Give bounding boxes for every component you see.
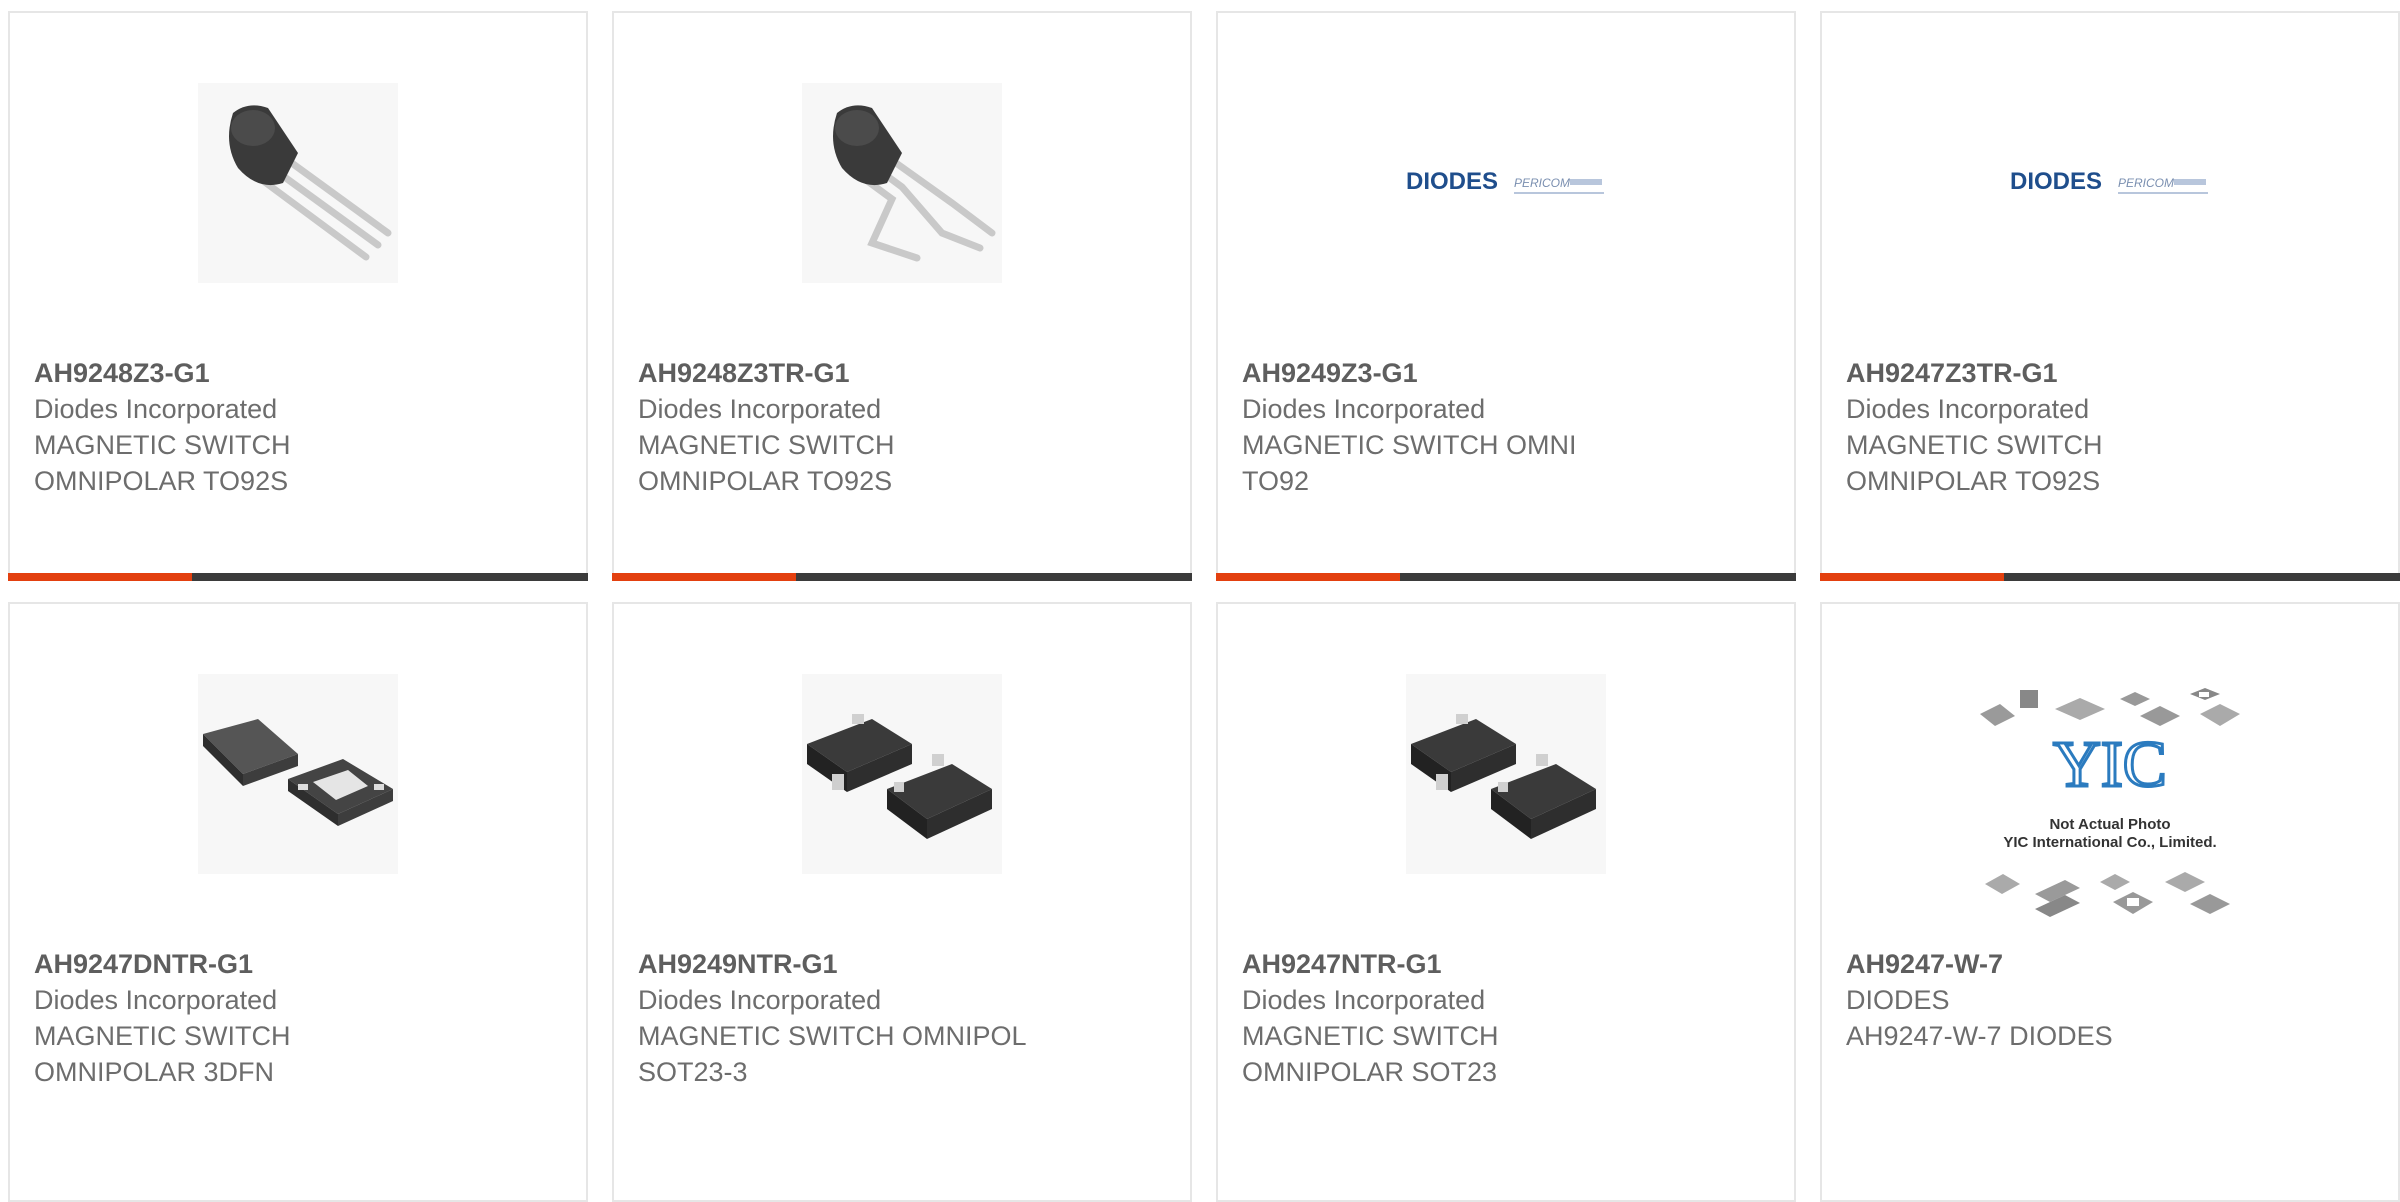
manufacturer: Diodes Incorporated <box>34 394 278 424</box>
yic-not-actual-photo: YIC Not Actual Photo YIC International C… <box>1965 684 2255 934</box>
product-info: AH9248Z3-G1 Diodes Incorporated MAGNETIC… <box>34 355 562 499</box>
product-card[interactable]: AH9248Z3TR-G1 Diodes Incorporated MAGNET… <box>612 11 1192 581</box>
card-bottom-bar <box>8 573 588 581</box>
part-number[interactable]: AH9249Z3-G1 <box>1242 355 1770 391</box>
diodes-logo-text: DIODES <box>2010 168 2102 195</box>
card-accent <box>8 573 192 581</box>
description: MAGNETIC SWITCH OMNIPOLAR SOT23 <box>1242 1021 1499 1087</box>
product-grid-row-2: AH9247DNTR-G1 Diodes Incorporated MAGNET… <box>8 602 2400 1202</box>
product-image-to92-bent <box>802 83 1002 283</box>
product-grid: AH9248Z3-G1 Diodes Incorporated MAGNETIC… <box>8 11 2400 581</box>
manufacturer: Diodes Incorporated <box>638 394 882 424</box>
product-card[interactable]: AH9249NTR-G1 Diodes Incorporated MAGNETI… <box>612 602 1192 1202</box>
manufacturer: Diodes Incorporated <box>1242 985 1486 1015</box>
pericom-logo-text: PERICOM <box>1514 176 1570 190</box>
yic-logo-text: YIC <box>2053 728 2167 801</box>
card-accent <box>612 573 796 581</box>
product-image-dfn <box>198 674 398 874</box>
product-info: AH9247NTR-G1 Diodes Incorporated MAGNETI… <box>1242 946 1770 1090</box>
description: MAGNETIC SWITCH OMNIPOLAR 3DFN <box>34 1021 291 1087</box>
diodes-pericom-logo: DIODES PERICOM <box>1406 83 1606 283</box>
product-card[interactable]: DIODES PERICOM AH9247Z3TR-G1 Diodes Inco… <box>1820 11 2400 581</box>
part-number[interactable]: AH9247DNTR-G1 <box>34 946 562 982</box>
diodes-logo-text: DIODES <box>1406 168 1498 195</box>
part-number[interactable]: AH9249NTR-G1 <box>638 946 1166 982</box>
yic-caption-line-2: YIC International Co., Limited. <box>2003 834 2216 851</box>
diodes-pericom-logo: DIODES PERICOM <box>2010 83 2210 283</box>
product-card[interactable]: AH9247DNTR-G1 Diodes Incorporated MAGNET… <box>8 602 588 1202</box>
product-image-to92 <box>198 83 398 283</box>
product-info: AH9248Z3TR-G1 Diodes Incorporated MAGNET… <box>638 355 1166 499</box>
card-accent <box>1820 573 2004 581</box>
product-info: AH9247Z3TR-G1 Diodes Incorporated MAGNET… <box>1846 355 2374 499</box>
product-info: AH9249NTR-G1 Diodes Incorporated MAGNETI… <box>638 946 1166 1090</box>
product-card[interactable]: YIC Not Actual Photo YIC International C… <box>1820 602 2400 1202</box>
part-number[interactable]: AH9248Z3-G1 <box>34 355 562 391</box>
part-number[interactable]: AH9248Z3TR-G1 <box>638 355 1166 391</box>
pericom-logo-text: PERICOM <box>2118 176 2174 190</box>
product-image-sot23 <box>1406 674 1606 874</box>
description: AH9247-W-7 DIODES <box>1846 1021 2113 1051</box>
part-number[interactable]: AH9247Z3TR-G1 <box>1846 355 2374 391</box>
card-bottom-bar <box>1820 573 2400 581</box>
description: MAGNETIC SWITCH OMNIPOLAR TO92S <box>1846 430 2103 496</box>
card-bottom-bar <box>612 573 1192 581</box>
product-card[interactable]: AH9248Z3-G1 Diodes Incorporated MAGNETIC… <box>8 11 588 581</box>
yic-caption-line-1: Not Actual Photo <box>2049 816 2170 833</box>
product-image-sot23 <box>802 674 1002 874</box>
manufacturer: DIODES <box>1846 985 1950 1015</box>
product-info: AH9247DNTR-G1 Diodes Incorporated MAGNET… <box>34 946 562 1090</box>
description: MAGNETIC SWITCH OMNIPOLAR TO92S <box>638 430 895 496</box>
product-card[interactable]: AH9247NTR-G1 Diodes Incorporated MAGNETI… <box>1216 602 1796 1202</box>
manufacturer: Diodes Incorporated <box>34 985 278 1015</box>
description: MAGNETIC SWITCH OMNIPOLAR TO92S <box>34 430 291 496</box>
part-number[interactable]: AH9247-W-7 <box>1846 946 2374 982</box>
product-info: AH9249Z3-G1 Diodes Incorporated MAGNETIC… <box>1242 355 1770 499</box>
product-info: AH9247-W-7 DIODES AH9247-W-7 DIODES <box>1846 946 2374 1054</box>
manufacturer: Diodes Incorporated <box>638 985 882 1015</box>
part-number[interactable]: AH9247NTR-G1 <box>1242 946 1770 982</box>
description: MAGNETIC SWITCH OMNI TO92 <box>1242 430 1577 496</box>
card-bottom-bar <box>1216 573 1796 581</box>
manufacturer: Diodes Incorporated <box>1846 394 2090 424</box>
product-card[interactable]: DIODES PERICOM AH9249Z3-G1 Diodes Incorp… <box>1216 11 1796 581</box>
card-accent <box>1216 573 1400 581</box>
manufacturer: Diodes Incorporated <box>1242 394 1486 424</box>
description: MAGNETIC SWITCH OMNIPOL SOT23-3 <box>638 1021 1027 1087</box>
